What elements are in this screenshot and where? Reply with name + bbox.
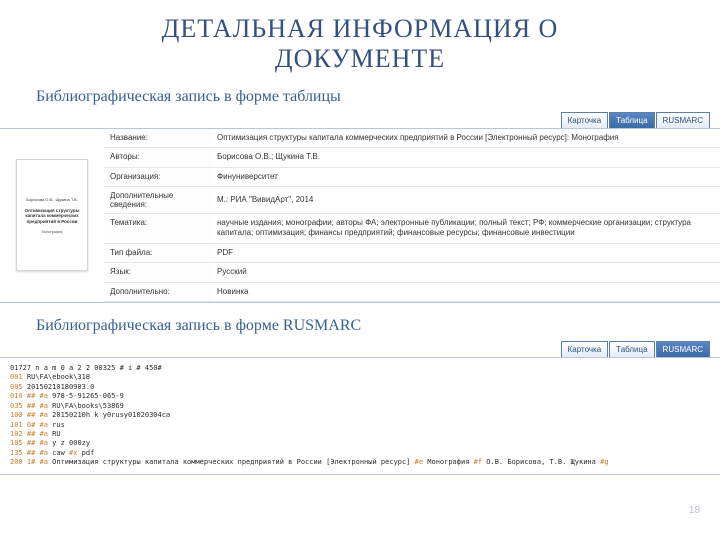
page-title-line1: ДЕТАЛЬНАЯ ИНФОРМАЦИЯ О (162, 14, 559, 43)
table-row: Название:Оптимизация структуры капитала … (104, 129, 720, 148)
subhead-rusmarc: Библиографическая запись в форме RUSMARC (36, 317, 720, 335)
label-type: Тип файла: (104, 243, 211, 262)
value-org: Финуниверситет (211, 167, 720, 186)
label-lang: Язык: (104, 263, 211, 282)
value-lang: Русский (211, 263, 720, 282)
label-theme: Тематика: (104, 213, 211, 243)
subhead-table: Библиографическая запись в форме таблицы (36, 88, 720, 106)
table-row: Дополнительные сведения:М.: РИА "ВивидАр… (104, 186, 720, 213)
value-type: PDF (211, 243, 720, 262)
thumb-type: Монография (42, 230, 63, 234)
page-number: 18 (689, 505, 700, 516)
table-row: Тип файла:PDF (104, 243, 720, 262)
page-title-line2: ДОКУМЕНТЕ (275, 44, 445, 73)
label-add: Дополнительно: (104, 282, 211, 301)
book-thumbnail: Борисова О.В., Щукина Т.В. Оптимизация с… (16, 159, 88, 271)
rusmarc-listing: 01727 n a m 0 a 2 2 00325 # i # 450# 001… (0, 358, 720, 474)
label-org: Организация: (104, 167, 211, 186)
table-row: Язык:Русский (104, 263, 720, 282)
tab-card-2[interactable]: Карточка (561, 341, 609, 357)
value-add: Новинка (211, 282, 720, 301)
label-name: Название: (104, 129, 211, 148)
value-more: М.: РИА "ВивидАрт", 2014 (211, 186, 720, 213)
table-row: Тематика:научные издания; монографии; ав… (104, 213, 720, 243)
label-more: Дополнительные сведения: (104, 186, 211, 213)
value-theme: научные издания; монографии; авторы ФА; … (211, 213, 720, 243)
table-row: Дополнительно:Новинка (104, 282, 720, 301)
thumb-authors: Борисова О.В., Щукина Т.В. (26, 197, 77, 202)
rusmarc-panel: 01727 n a m 0 a 2 2 00325 # i # 450# 001… (0, 357, 720, 475)
tabs-bottom: Карточка Таблица RUSMARC (0, 341, 720, 357)
table-panel: Борисова О.В., Щукина Т.В. Оптимизация с… (0, 128, 720, 303)
tab-card[interactable]: Карточка (561, 112, 609, 128)
tab-rusmarc[interactable]: RUSMARC (656, 112, 710, 128)
thumb-title: Оптимизация структуры капитала коммерчес… (21, 208, 84, 224)
table-row: Авторы:Борисова О.В.; Щукина Т.В. (104, 148, 720, 167)
tabs-top: Карточка Таблица RUSMARC (0, 112, 720, 128)
tab-table[interactable]: Таблица (609, 112, 654, 128)
value-name: Оптимизация структуры капитала коммерчес… (211, 129, 720, 148)
table-row: Организация:Финуниверситет (104, 167, 720, 186)
tab-table-2[interactable]: Таблица (609, 341, 654, 357)
tab-rusmarc-2[interactable]: RUSMARC (656, 341, 710, 357)
label-authors: Авторы: (104, 148, 211, 167)
value-authors: Борисова О.В.; Щукина Т.В. (211, 148, 720, 167)
